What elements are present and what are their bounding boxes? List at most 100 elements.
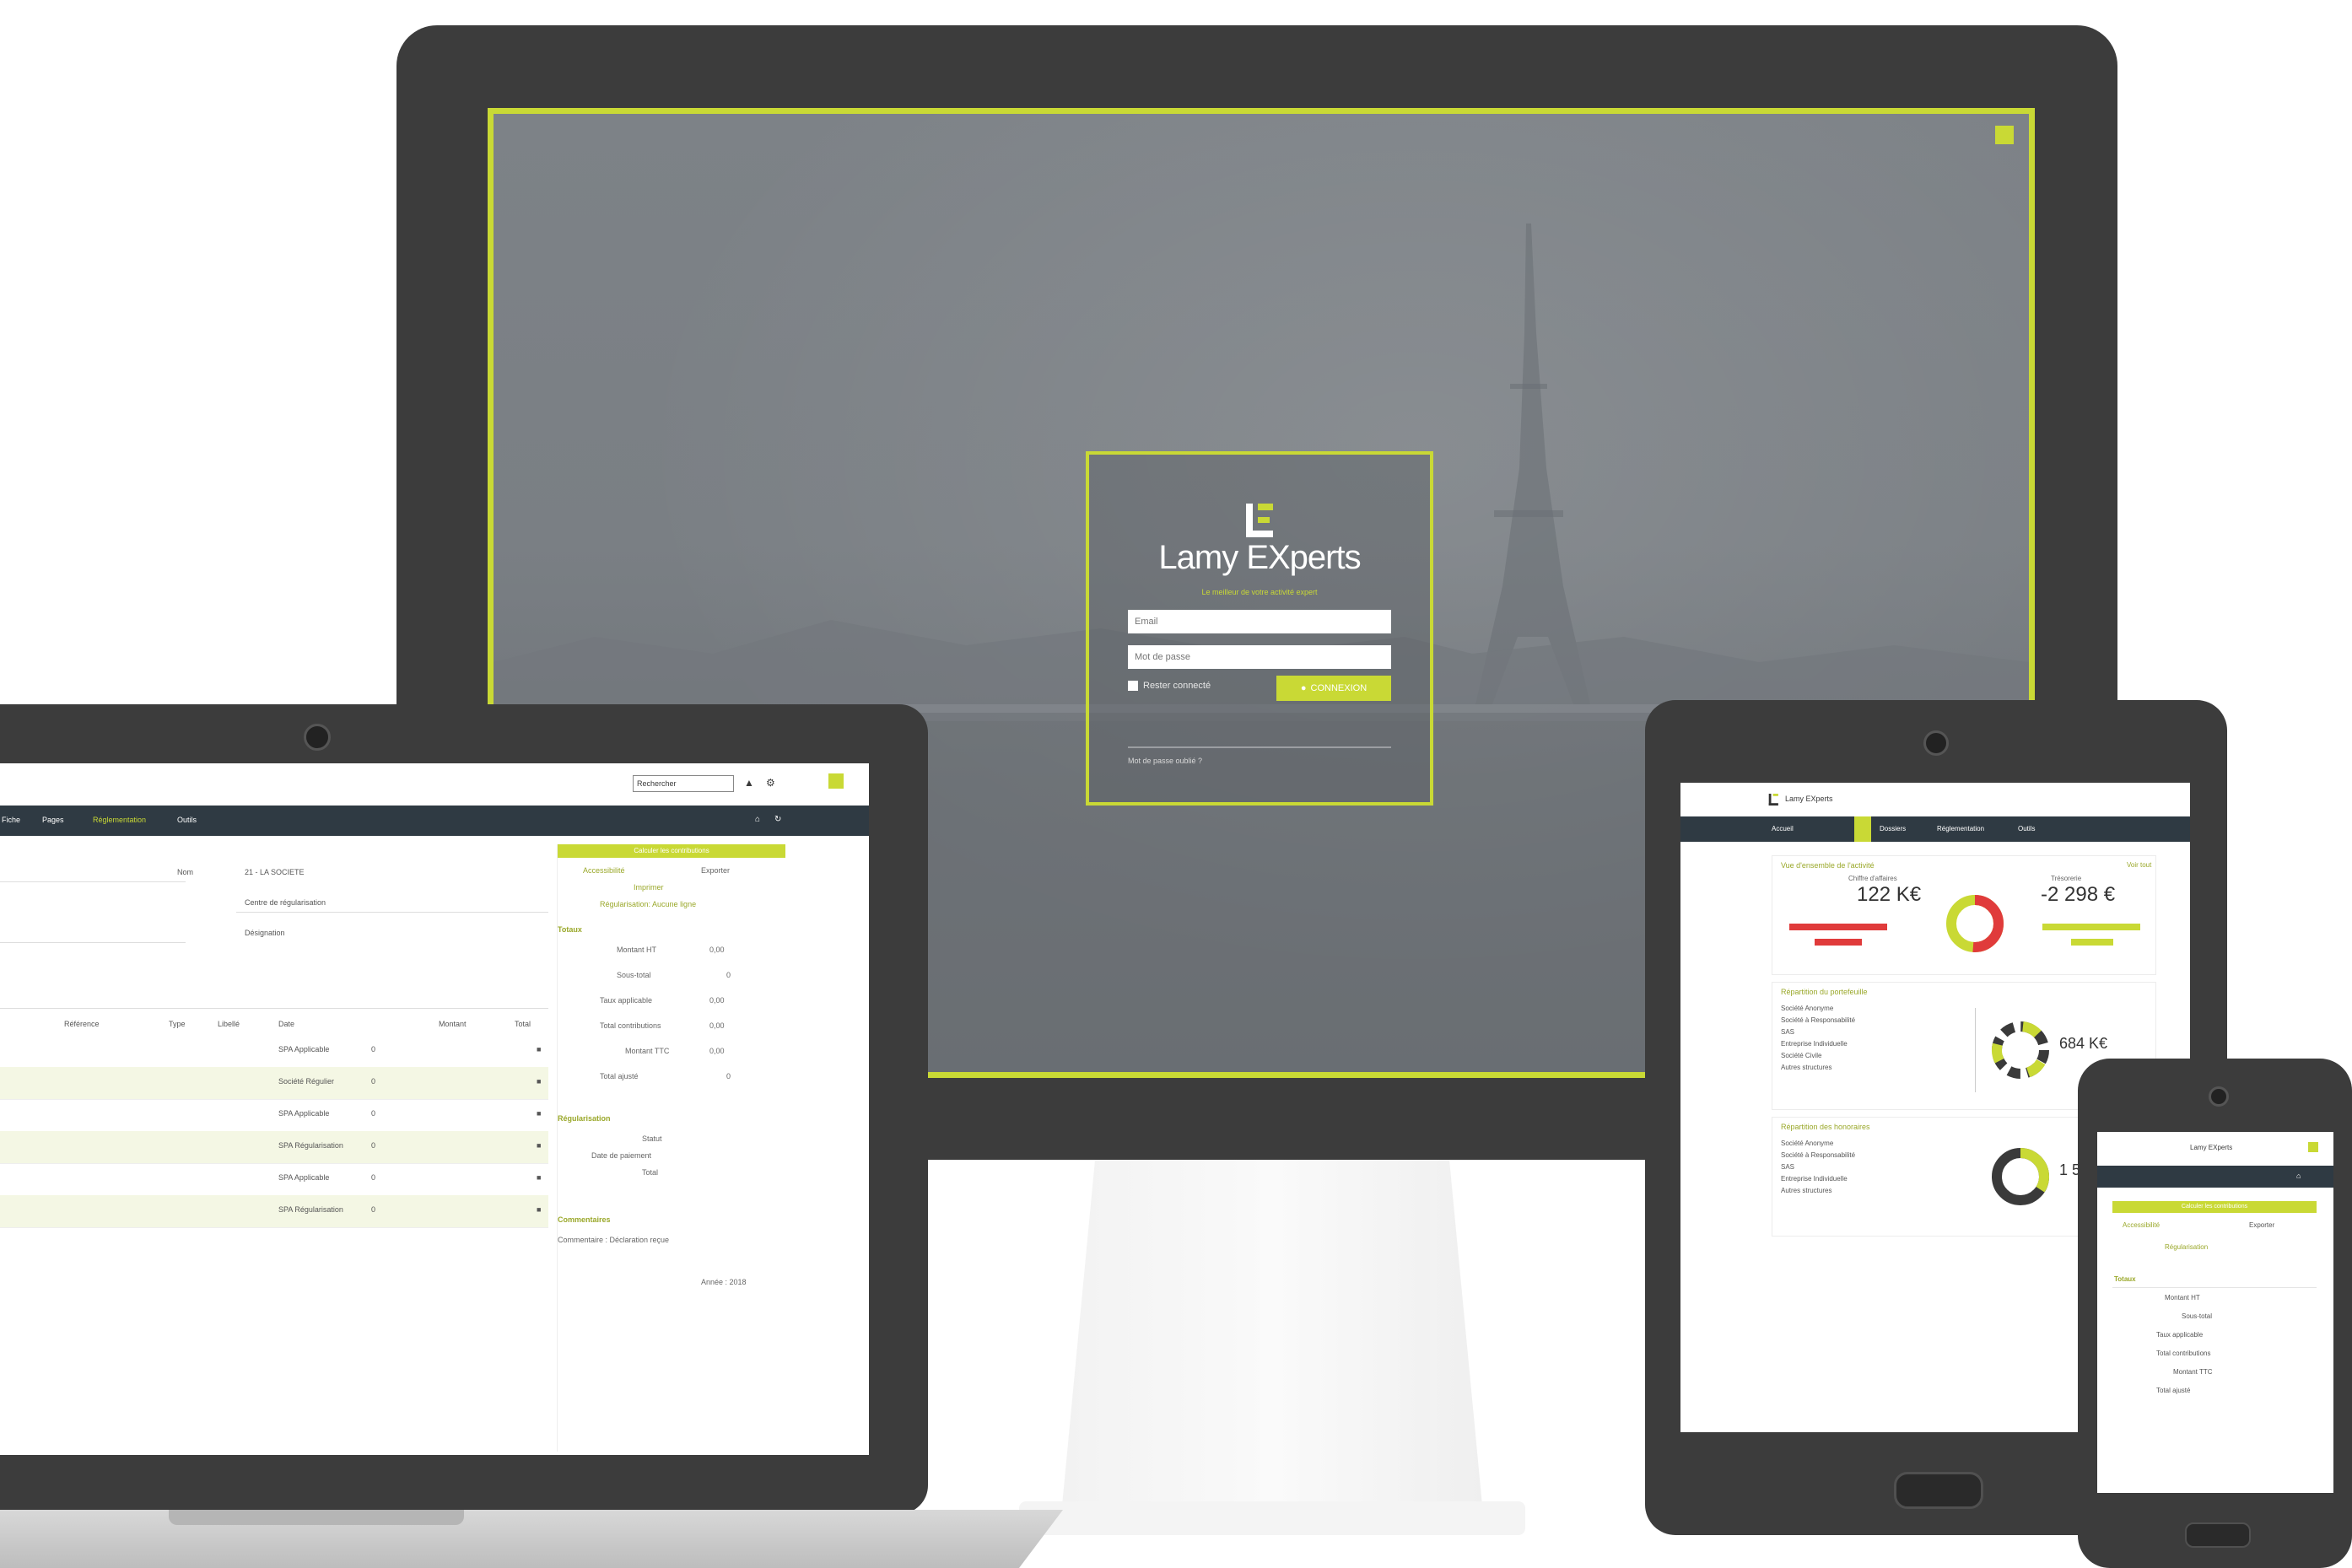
field-label: Total contributions [600,1021,661,1030]
menu-button[interactable] [2308,1142,2318,1152]
login-button-label: CONNEXION [1310,683,1368,693]
laptop-navbar: Fiche Pages Réglementation Outils ⌂ ↻ [0,806,869,836]
phone-header: Lamy EXperts [2097,1132,2333,1166]
list-item: Société Civile [1781,1052,1822,1059]
nav-item-fiche[interactable]: Fiche [2,816,20,824]
menu-button[interactable] [828,773,844,789]
kpi-caption: Chiffre d'affaires [1848,875,1897,882]
card-title: Répartition des honoraires [1781,1123,1870,1131]
section-title: Commentaires [558,1215,611,1224]
overview-card: Vue d'ensemble de l'activité Voir tout C… [1772,855,2156,975]
table-header: Référence [64,1020,100,1028]
close-icon[interactable] [1995,126,2014,144]
table-row[interactable]: SPA Régularisation 0 ■ [0,1131,548,1164]
form-value-entreprise[interactable]: Désignation [245,929,285,937]
brand-name: Lamy EXperts [1785,795,1833,803]
email-field[interactable] [1128,610,1391,633]
see-all-link[interactable]: Voir tout [2127,861,2151,869]
password-field[interactable] [1128,645,1391,669]
field-value[interactable]: 0 [726,971,731,979]
table-header-line [0,1008,548,1009]
phone-home-button[interactable] [2185,1522,2251,1548]
nav-item-accueil[interactable]: Accueil [1772,825,1794,832]
green-status-bar [2071,939,2113,946]
table-row[interactable]: SPA Applicable 0 ■ [0,1099,548,1132]
login-button[interactable]: ● CONNEXION [1276,676,1391,701]
calculate-button[interactable]: Calculer les contributions [2112,1201,2317,1213]
nav-item-reglementation[interactable]: Réglementation [93,816,146,824]
form-value-ville[interactable]: Centre de régularisation [245,898,326,907]
divider [2112,1287,2317,1288]
tablet-camera [1923,730,1949,756]
nav-item-reglementation[interactable]: Réglementation [1937,825,1984,832]
list-item: SAS [1781,1163,1795,1171]
table-row[interactable]: SPA Régularisation 0 ■ [0,1195,548,1228]
side-link[interactable]: Exporter [2249,1221,2274,1229]
table-row[interactable]: SPA Applicable 0 ■ [0,1035,548,1068]
home-icon[interactable]: ⌂ [755,815,760,824]
gear-icon[interactable]: ⚙ [766,777,775,789]
nav-item-outils[interactable]: Outils [177,816,197,824]
field-value[interactable]: 0,00 [709,1047,725,1055]
search-input[interactable]: Rechercher [633,775,734,792]
kpi-value: -2 298 € [2041,883,2116,906]
side-link[interactable]: Accessibilité [583,866,625,875]
field-label: Statut [642,1134,662,1143]
login-panel: Lamy EXperts Le meilleur de votre activi… [1086,451,1433,806]
red-status-bar [1815,939,1862,946]
trash-icon[interactable]: ■ [537,1173,541,1182]
field-value[interactable]: 0,00 [709,996,725,1005]
forgot-password-link[interactable]: Mot de passe oublié ? [1128,757,1202,765]
field-label: Montant TTC [2173,1368,2213,1376]
field-label: Montant HT [2165,1294,2200,1301]
section-title: Totaux [558,925,582,934]
trash-icon[interactable]: ■ [537,1109,541,1118]
nav-item-outils[interactable]: Outils [2018,825,2035,832]
list-item: Société à Responsabilité [1781,1016,1856,1024]
home-icon[interactable]: ⌂ [2296,1172,2301,1180]
tablet-home-button[interactable] [1894,1472,1983,1509]
trash-icon[interactable]: ■ [537,1141,541,1150]
laptop-camera [304,724,331,751]
side-link[interactable]: Imprimer [634,883,664,892]
calculate-button[interactable]: Calculer les contributions [558,844,785,858]
side-link[interactable]: Régularisation: Aucune ligne [600,900,696,908]
phone-screen: Lamy EXperts ⌂ Calculer les contribution… [2097,1132,2333,1493]
portfolio-list: Société Anonyme Société à Responsabilité… [1781,1003,1855,1074]
checkbox-box[interactable] [1128,681,1138,691]
phone-navbar: ⌂ [2097,1166,2333,1188]
divider [1128,746,1391,748]
donut-chart [1992,1148,2049,1205]
list-item: Autres structures [1781,1064,1832,1071]
table-header: Montant [439,1020,467,1028]
field-label: Total ajusté [600,1072,639,1080]
field-value[interactable]: 0 [726,1072,731,1080]
laptop-screen: Rechercher ▲ ⚙ Fiche Pages Réglementatio… [0,763,869,1455]
field-label: Taux applicable [600,996,653,1005]
field-value[interactable]: 0,00 [709,946,725,954]
nav-item-dossiers[interactable]: Dossiers [1880,825,1906,832]
remember-me-checkbox[interactable]: Rester connecté [1128,681,1211,691]
green-status-bar [2042,924,2140,930]
tablet-navbar: Accueil Dossiers Réglementation Outils [1680,816,2190,842]
refresh-icon[interactable]: ↻ [774,815,781,824]
field-label: Montant TTC [625,1047,670,1055]
side-link[interactable]: Exporter [701,866,730,875]
side-link[interactable]: Accessibilité [2123,1221,2160,1229]
form-value-nom[interactable]: 21 - LA SOCIETE [245,868,305,876]
laptop-side-panel: Calculer les contributions Accessibilité… [557,844,785,1452]
user-icon[interactable]: ▲ [744,777,754,789]
comment-text[interactable]: Commentaire : Déclaration reçue [558,1236,669,1244]
form-underline [0,881,186,882]
side-link[interactable]: Régularisation [2165,1243,2208,1251]
table-row[interactable]: Société Régulier 0 ■ [0,1067,548,1100]
kpi-value: 122 K€ [1857,883,1922,906]
table-header: Date [278,1020,295,1028]
trash-icon[interactable]: ■ [537,1205,541,1214]
nav-active-indicator [1854,816,1871,842]
field-value[interactable]: 0,00 [709,1021,725,1030]
trash-icon[interactable]: ■ [537,1077,541,1086]
table-row[interactable]: SPA Applicable 0 ■ [0,1163,548,1196]
nav-item-pages[interactable]: Pages [42,816,64,824]
trash-icon[interactable]: ■ [537,1045,541,1053]
